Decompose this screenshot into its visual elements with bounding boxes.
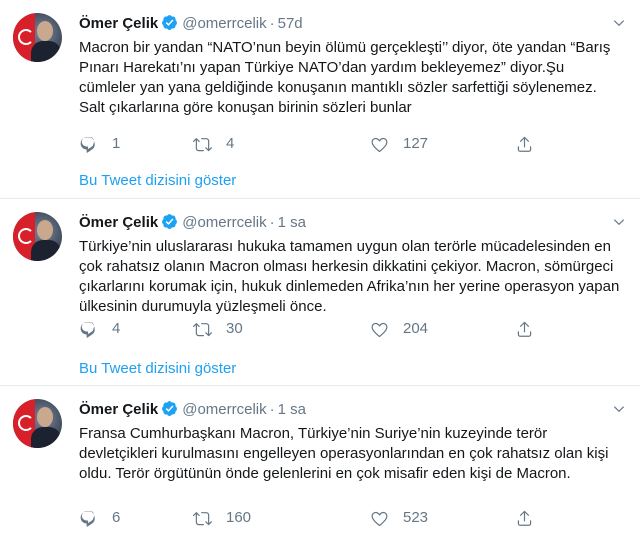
tweet[interactable]: Ömer Çelik @omerrcelik · 57d Macron bir yan… <box>0 0 640 163</box>
reply-count: 1 <box>112 135 121 152</box>
share-button[interactable] <box>515 508 548 528</box>
timestamp[interactable]: 1 sa <box>278 214 306 231</box>
retweet-button[interactable]: 4 <box>193 134 234 154</box>
retweet-count: 160 <box>226 509 252 526</box>
like-button[interactable]: 204 <box>370 319 428 339</box>
reply-icon <box>80 136 95 153</box>
tweet-text: Macron bir yandan “NATO’nun beyin ölümü … <box>79 39 611 116</box>
chevron-down-icon[interactable] <box>612 215 626 229</box>
retweet-icon <box>193 137 212 151</box>
verified-badge-icon <box>162 15 178 30</box>
avatar-suit <box>31 41 61 62</box>
separator-dot: · <box>269 15 275 32</box>
tweet[interactable]: Ömer Çelik @omerrcelik · 1 sa Türkiye’nin u… <box>0 199 640 349</box>
action-bar: 6 160 523 <box>79 508 559 530</box>
chevron-down-icon[interactable] <box>612 402 626 416</box>
action-bar: 4 30 204 <box>79 319 559 341</box>
retweet-count: 4 <box>226 135 235 152</box>
tweet-header: Ömer Çelik @omerrcelik · 1 sa <box>79 213 306 233</box>
tweet-header: Ömer Çelik @omerrcelik · 1 sa <box>79 400 306 420</box>
author-handle[interactable]: @omerrcelik <box>182 401 266 418</box>
retweet-count: 30 <box>226 320 243 337</box>
show-thread-link[interactable]: Bu Tweet dizisini göster <box>79 171 236 191</box>
heart-icon <box>371 137 388 152</box>
timestamp[interactable]: 1 sa <box>278 401 306 418</box>
heart-icon <box>371 322 388 337</box>
reply-count: 4 <box>112 320 121 337</box>
separator-dot: · <box>269 214 275 231</box>
author-handle[interactable]: @omerrcelik <box>182 15 266 32</box>
separator-dot: · <box>269 401 275 418</box>
heart-icon <box>371 511 388 526</box>
like-button[interactable]: 523 <box>370 508 428 528</box>
share-icon <box>517 136 532 152</box>
like-count: 204 <box>403 320 429 337</box>
retweet-button[interactable]: 160 <box>193 508 251 528</box>
like-count: 127 <box>403 135 429 152</box>
like-count: 523 <box>403 509 429 526</box>
share-button[interactable] <box>515 319 548 339</box>
retweet-button[interactable]: 30 <box>193 319 243 339</box>
avatar[interactable] <box>13 399 62 448</box>
share-icon <box>517 321 532 337</box>
timestamp[interactable]: 57d <box>278 15 303 32</box>
verified-badge-icon <box>162 401 178 416</box>
verified-badge-icon <box>162 214 178 229</box>
reply-button[interactable]: 1 <box>79 134 120 154</box>
retweet-icon <box>193 511 212 525</box>
avatar-face <box>37 21 53 41</box>
author-name[interactable]: Ömer Çelik <box>79 401 158 418</box>
reply-icon <box>80 321 95 338</box>
avatar[interactable] <box>13 212 62 261</box>
reply-button[interactable]: 6 <box>79 508 120 528</box>
share-icon <box>517 510 532 526</box>
reply-button[interactable]: 4 <box>79 319 120 339</box>
tweet-header: Ömer Çelik @omerrcelik · 57d <box>79 14 303 34</box>
action-bar: 1 4 127 <box>79 134 559 156</box>
show-thread-link[interactable]: Bu Tweet dizisini göster <box>79 359 236 379</box>
author-name[interactable]: Ömer Çelik <box>79 15 158 32</box>
author-name[interactable]: Ömer Çelik <box>79 214 158 231</box>
like-button[interactable]: 127 <box>370 134 428 154</box>
avatar-face <box>37 407 53 427</box>
chevron-down-icon[interactable] <box>612 16 626 30</box>
avatar[interactable] <box>13 13 62 62</box>
author-handle[interactable]: @omerrcelik <box>182 214 266 231</box>
tweet-text: Fransa Cumhurbaşkanı Macron, Türkiye’nin… <box>79 425 609 482</box>
avatar-face <box>37 220 53 240</box>
avatar-suit <box>31 240 61 261</box>
retweet-icon <box>193 322 212 336</box>
tweet-text: Türkiye’nin uluslararası hukuka tamamen … <box>79 238 620 315</box>
share-button[interactable] <box>515 134 548 154</box>
avatar-suit <box>31 427 61 448</box>
reply-icon <box>80 510 95 527</box>
reply-count: 6 <box>112 509 121 526</box>
tweet[interactable]: Ömer Çelik @omerrcelik · 1 sa Fransa Cumhur… <box>0 386 640 539</box>
